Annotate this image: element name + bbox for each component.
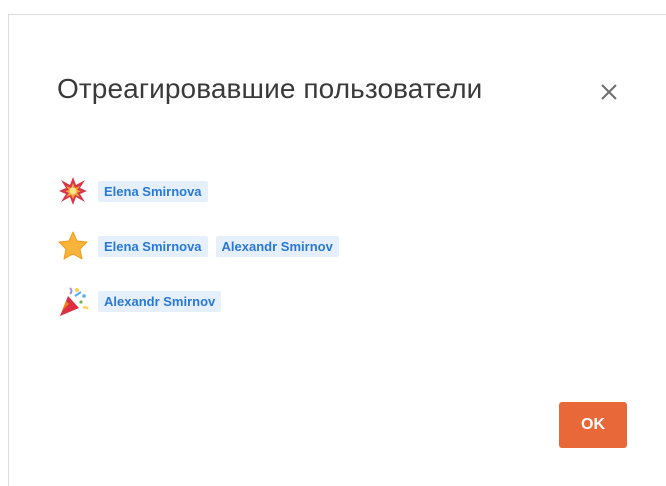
star-icon [56, 230, 90, 262]
reaction-row: Elena Smirnova Alexandr Smirnov [56, 230, 347, 262]
reaction-row: Elena Smirnova [56, 175, 347, 207]
reactions-dialog: Отреагировавшие пользователи Elena Smirn… [8, 14, 666, 486]
user-chip[interactable]: Alexandr Smirnov [215, 235, 339, 257]
reactions-list: Elena Smirnova Elena Smirnova Alexandr S… [56, 175, 347, 340]
dialog-title: Отреагировавшие пользователи [57, 73, 483, 104]
user-chip[interactable]: Elena Smirnova [98, 235, 208, 257]
ok-button[interactable]: OK [559, 402, 627, 448]
collision-icon [56, 175, 90, 207]
user-chip[interactable]: Alexandr Smirnov [98, 290, 222, 312]
party-popper-icon [56, 285, 90, 317]
user-chip[interactable]: Elena Smirnova [98, 180, 208, 202]
close-icon[interactable] [594, 77, 624, 107]
reaction-row: Alexandr Smirnov [56, 285, 347, 317]
